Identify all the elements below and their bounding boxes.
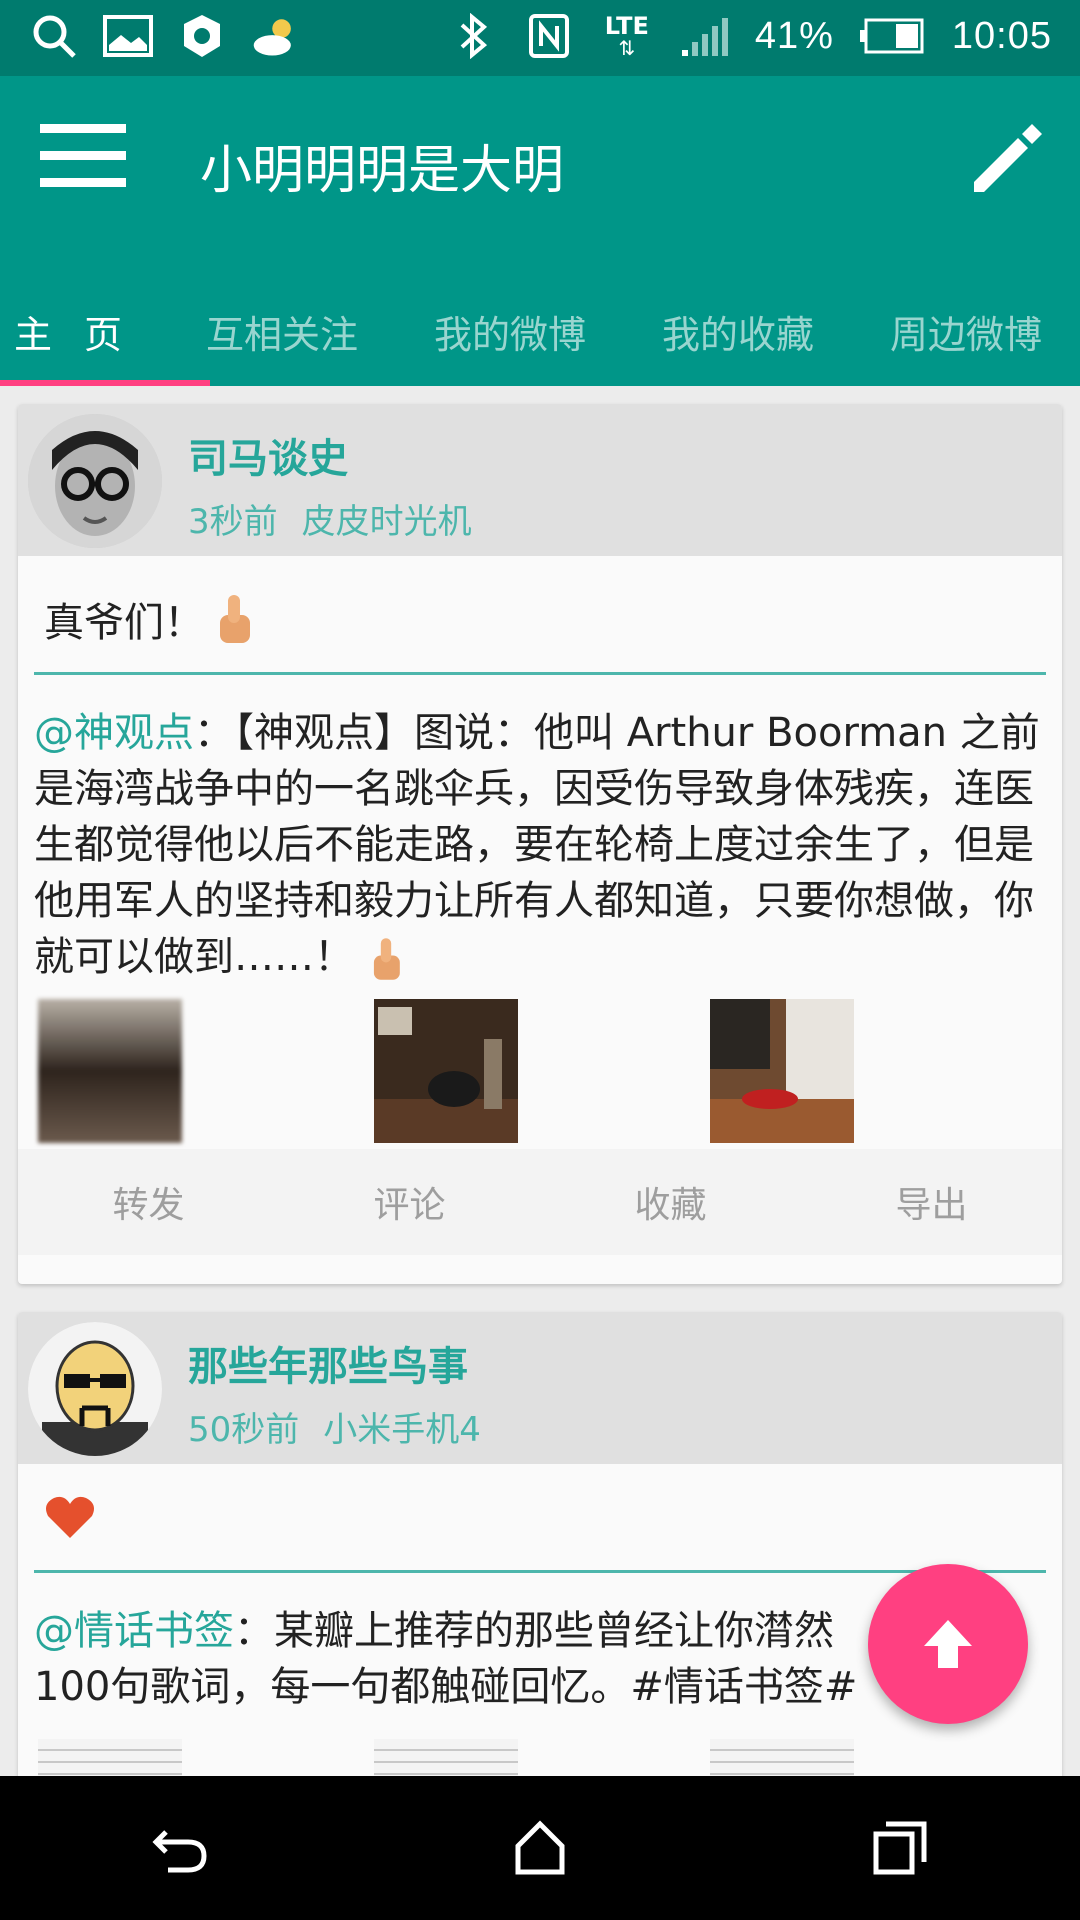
- post-card: 司马谈史 3秒前 皮皮时光机 真爷们！ @神观点：【神观点】图说：他叫 Arthu…: [18, 404, 1062, 1284]
- post-body: 真爷们！: [18, 556, 1062, 672]
- post-header: 司马谈史 3秒前 皮皮时光机: [18, 404, 1062, 556]
- repost-text: ：某瓣上推荐的那些曾经让你潸然: [234, 1608, 834, 1654]
- avatar[interactable]: [28, 414, 162, 548]
- photo-icon: [102, 10, 154, 62]
- recents-icon: [873, 1821, 927, 1875]
- author-name[interactable]: 司马谈史: [188, 426, 348, 484]
- mention-link[interactable]: @情话书签: [34, 1608, 234, 1654]
- tab-indicator: [0, 380, 210, 386]
- menu-line: [40, 124, 126, 133]
- tab-my-favorites[interactable]: 我的收藏: [624, 276, 852, 386]
- heart-icon: [46, 1496, 94, 1538]
- tab-mutual-follow[interactable]: 互相关注: [168, 276, 396, 386]
- tab-nearby-weibo[interactable]: 周边微博: [852, 276, 1080, 386]
- menu-line: [40, 151, 126, 160]
- post-source: 皮皮时光机: [301, 502, 472, 542]
- menu-line: [40, 178, 126, 187]
- bluetooth-icon: [447, 10, 499, 62]
- author-name[interactable]: 那些年那些鸟事: [188, 1334, 468, 1392]
- post-text: 真爷们！: [44, 600, 204, 646]
- post-actions: 转发 评论 收藏 导出: [18, 1149, 1062, 1255]
- arrow-up-icon: [924, 1620, 972, 1668]
- weather-icon: [250, 10, 302, 62]
- comment-button[interactable]: 评论: [279, 1176, 540, 1228]
- post-time: 3秒前: [188, 502, 278, 542]
- home-icon: [515, 1820, 565, 1875]
- settings-icon: [176, 10, 228, 62]
- nfc-icon: [523, 10, 575, 62]
- avatar[interactable]: [28, 1322, 162, 1456]
- tab-bar: 主页 互相关注 我的微博 我的收藏 周边微博: [0, 276, 1080, 386]
- mention-link[interactable]: @神观点: [34, 710, 194, 756]
- signal-icon: [679, 10, 731, 62]
- export-button[interactable]: 导出: [801, 1176, 1062, 1228]
- favorite-button[interactable]: 收藏: [540, 1176, 801, 1228]
- post-time: 50秒前: [188, 1410, 300, 1450]
- post-meta: 3秒前 皮皮时光机: [188, 494, 472, 543]
- clock: 10:05: [951, 14, 1052, 57]
- back-button[interactable]: [135, 1803, 225, 1893]
- thumbs-up-icon: [373, 938, 400, 980]
- back-icon: [152, 1830, 207, 1873]
- post-header: 那些年那些鸟事 50秒前 小米手机4: [18, 1312, 1062, 1464]
- thumbs-up-icon: [220, 595, 250, 643]
- battery-percent: 41%: [754, 14, 834, 57]
- repost-content: @神观点：【神观点】图说：他叫 Arthur Boorman 之前是海湾战争中的…: [18, 675, 1062, 985]
- hamburger-menu-button[interactable]: [40, 124, 126, 188]
- scroll-to-top-button[interactable]: [868, 1564, 1028, 1724]
- post-image[interactable]: [710, 999, 854, 1143]
- edit-button[interactable]: [962, 116, 1050, 204]
- search-icon: [28, 10, 80, 62]
- edit-icon: [974, 124, 1042, 192]
- recents-button[interactable]: [855, 1803, 945, 1893]
- repost-button[interactable]: 转发: [18, 1176, 279, 1228]
- post-image[interactable]: [374, 999, 518, 1143]
- post-image[interactable]: [38, 999, 182, 1143]
- repost-text: 100句歌词，每一句都触碰回忆。#情话书签#: [34, 1664, 858, 1710]
- post-body: [18, 1464, 1062, 1570]
- home-button[interactable]: [495, 1803, 585, 1893]
- post-card: 那些年那些鸟事 50秒前 小米手机4 @情话书签：某瓣上推荐的那些曾经让你潸然 1…: [18, 1312, 1062, 1812]
- post-source: 小米手机4: [323, 1410, 481, 1450]
- app-bar: 小明明明是大明 主页 互相关注 我的微博 我的收藏 周边微博: [0, 76, 1080, 386]
- status-bar: LTE ⇅ 41% 10:05: [0, 0, 1080, 76]
- image-gallery: [18, 999, 1062, 1149]
- app-title: 小明明明是大明: [200, 141, 565, 201]
- battery-icon: [858, 10, 928, 62]
- post-meta: 50秒前 小米手机4: [188, 1402, 481, 1451]
- lte-icon: LTE ⇅: [604, 12, 649, 60]
- navigation-bar: [0, 1776, 1080, 1920]
- tab-my-weibo[interactable]: 我的微博: [396, 276, 624, 386]
- tab-home[interactable]: 主页: [0, 276, 168, 386]
